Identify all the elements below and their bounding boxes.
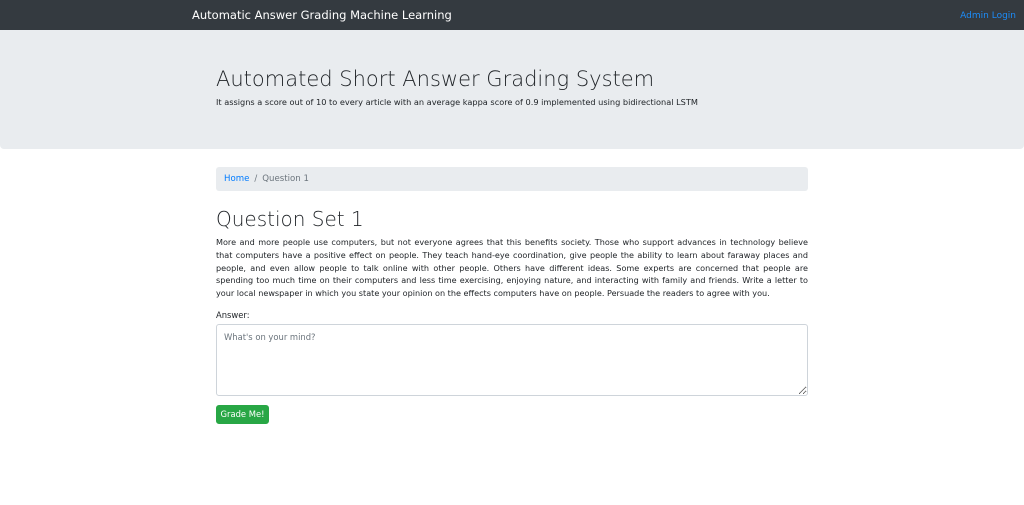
- page-lead: It assigns a score out of 10 to every ar…: [216, 97, 698, 107]
- navbar-brand[interactable]: Automatic Answer Grading Machine Learnin…: [192, 8, 452, 22]
- answer-textarea[interactable]: [216, 324, 808, 396]
- question-title: Question Set 1: [216, 207, 364, 231]
- answer-label: Answer:: [216, 310, 250, 320]
- grade-me-button[interactable]: Grade Me!: [216, 405, 269, 424]
- breadcrumb: Home / Question 1: [216, 167, 808, 191]
- top-navbar: Automatic Answer Grading Machine Learnin…: [0, 0, 1024, 30]
- breadcrumb-home-link[interactable]: Home: [224, 174, 249, 184]
- jumbotron: Automated Short Answer Grading System It…: [0, 30, 1024, 149]
- breadcrumb-separator: /: [254, 174, 258, 184]
- admin-login-link[interactable]: Admin Login: [960, 10, 1016, 22]
- page-title: Automated Short Answer Grading System: [216, 67, 655, 91]
- question-prompt: More and more people use computers, but …: [216, 237, 808, 299]
- breadcrumb-current: Question 1: [262, 174, 309, 184]
